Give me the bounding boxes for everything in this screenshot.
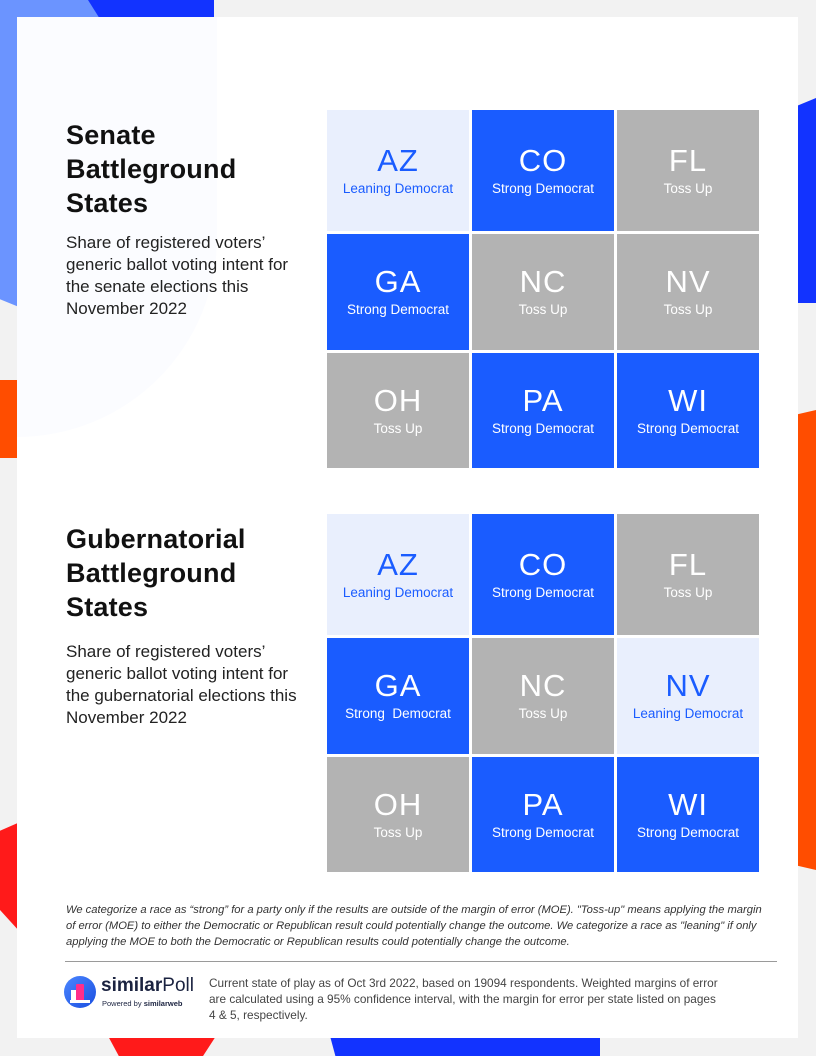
state-category: Strong Democrat [491, 180, 595, 196]
state-cell-nv: NV Leaning Democrat [617, 638, 759, 754]
gubernatorial-description-line: Share of registered voters’ [66, 642, 266, 661]
senate-description: Share of registered voters’ generic ball… [66, 232, 326, 320]
state-cell-fl: FL Toss Up [617, 514, 759, 635]
state-category: Strong Democrat [491, 584, 595, 600]
state-category: Strong Democrat [491, 824, 595, 840]
state-category: Toss Up [373, 824, 423, 840]
state-cell-co: CO Strong Democrat [472, 110, 614, 231]
gubernatorial-title-line: Battleground [66, 558, 237, 588]
gubernatorial-title-line: Gubernatorial [66, 524, 246, 554]
state-code: NC [519, 264, 567, 299]
state-cell-fl: FL Toss Up [617, 110, 759, 231]
state-cell-pa: PA Strong Democrat [472, 353, 614, 468]
state-cell-wi: WI Strong Democrat [617, 353, 759, 468]
state-code: NV [665, 668, 711, 703]
state-code: WI [668, 382, 708, 418]
state-code: PA [522, 786, 564, 822]
senate-description-line: generic ballot voting intent for [66, 255, 289, 274]
state-code: NV [665, 264, 711, 299]
state-category: Strong Democrat [636, 420, 740, 436]
state-category: Leaning Democrat [342, 584, 454, 600]
state-code: OH [373, 786, 423, 822]
logo-bar-icon [76, 984, 84, 1001]
state-cell-az: AZ Leaning Democrat [327, 514, 469, 635]
footer-divider [65, 961, 777, 962]
state-category: Strong Democrat [491, 420, 595, 436]
senate-title-line: Senate [66, 120, 156, 150]
state-code: FL [668, 546, 708, 582]
state-category: Leaning Democrat [632, 706, 744, 721]
state-category: Toss Up [518, 302, 568, 317]
state-category: Strong Democrat [345, 706, 451, 721]
similarpoll-logo[interactable]: similarPoll Powered by similarweb [64, 974, 204, 1014]
state-code: GA [374, 668, 422, 703]
logo-name-bold: similar [101, 975, 163, 996]
senate-state-grid: AZ Leaning Democrat CO Strong Democrat FL Tos… [327, 110, 759, 468]
state-code: AZ [377, 546, 419, 582]
state-code: PA [522, 382, 564, 418]
gubernatorial-state-grid: AZ Leaning Democrat CO Strong Democrat FL Tos… [327, 514, 759, 872]
gubernatorial-description-line: November 2022 [66, 708, 187, 727]
state-cell-nc: NC Toss Up [472, 638, 614, 754]
state-category: Toss Up [663, 302, 713, 317]
state-category: Strong Democrat [636, 824, 740, 840]
gubernatorial-title: Gubernatorial Battleground States [66, 522, 246, 624]
gubernatorial-title-line: States [66, 592, 149, 622]
state-code: OH [373, 382, 423, 418]
state-cell-az: AZ Leaning Democrat [327, 110, 469, 231]
decor-blue-right-shape [796, 98, 816, 303]
senate-title-line: Battleground [66, 154, 237, 184]
state-code: FL [668, 142, 708, 178]
logo-name-regular: Poll [162, 975, 194, 996]
decor-red-bottom-shape [108, 1036, 216, 1056]
similarpoll-logo-icon [64, 976, 96, 1008]
logo-powered-by: Powered by similarweb [102, 999, 182, 1008]
senate-description-line: the senate elections this [66, 277, 249, 296]
state-cell-ga: GA Strong Democrat [327, 638, 469, 754]
senate-title: Senate Battleground States [66, 118, 236, 220]
gubernatorial-description: Share of registered voters’ generic ball… [66, 641, 336, 729]
state-code: CO [518, 546, 568, 582]
state-category: Leaning Democrat [342, 180, 454, 196]
state-code: GA [374, 264, 422, 299]
logo-name: similarPoll [101, 975, 194, 997]
state-cell-wi: WI Strong Democrat [617, 757, 759, 872]
powered-by-brand: similarweb [143, 999, 183, 1008]
powered-by-label: Powered by [102, 999, 142, 1008]
senate-description-line: Share of registered voters’ [66, 233, 266, 252]
state-cell-co: CO Strong Democrat [472, 514, 614, 635]
gubernatorial-description-line: generic ballot voting intent for [66, 664, 289, 683]
methodology-note: We categorize a race as “strong” for a p… [66, 904, 762, 948]
state-cell-oh: OH Toss Up [327, 757, 469, 872]
state-category: Toss Up [518, 706, 568, 721]
state-cell-nc: NC Toss Up [472, 234, 614, 350]
state-category: Toss Up [373, 420, 423, 436]
state-cell-nv: NV Toss Up [617, 234, 759, 350]
state-code: NC [519, 668, 567, 703]
state-cell-oh: OH Toss Up [327, 353, 469, 468]
logo-base-icon [70, 1000, 90, 1003]
decor-blue-bottom-shape [330, 1036, 600, 1056]
state-code: CO [518, 142, 568, 178]
state-category: Strong Democrat [346, 302, 450, 317]
state-code: WI [668, 786, 708, 822]
state-cell-pa: PA Strong Democrat [472, 757, 614, 872]
report-card: Senate Battleground States Share of regi… [17, 17, 798, 1038]
state-category: Toss Up [663, 180, 713, 196]
senate-description-line: November 2022 [66, 299, 187, 318]
footer-text: Current state of play as of Oct 3rd 2022… [209, 976, 718, 1022]
decor-orange-right-shape [796, 410, 816, 870]
card-tint [17, 17, 217, 437]
gubernatorial-description-line: the gubernatorial elections this [66, 686, 297, 705]
state-category: Toss Up [663, 584, 713, 600]
state-code: AZ [377, 142, 419, 178]
state-cell-ga: GA Strong Democrat [327, 234, 469, 350]
senate-title-line: States [66, 188, 149, 218]
